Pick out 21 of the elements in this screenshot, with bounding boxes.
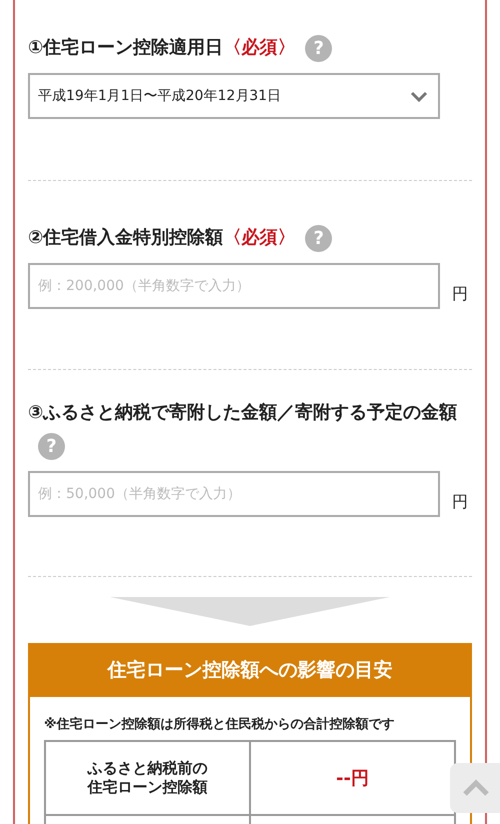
- field-label: ①住宅ローン控除適用日: [28, 37, 224, 58]
- amount-input[interactable]: 例：200,000（半角数字で入力）: [28, 263, 440, 309]
- required-label: 〈必須〉: [223, 37, 296, 58]
- amount-input[interactable]: 例：50,000（半角数字で入力）: [28, 471, 440, 517]
- date-select[interactable]: 平成19年1月1日〜平成20年12月31日: [28, 73, 440, 119]
- chevron-down-icon: [410, 90, 428, 102]
- field-label: ②住宅借入金特別控除額: [28, 227, 224, 248]
- unit-label: 円: [452, 284, 468, 305]
- table-cell: ふるさと納税前の 住宅ローン控除額: [45, 741, 250, 815]
- help-icon[interactable]: ?: [305, 34, 332, 62]
- chevron-up-icon: [462, 779, 490, 797]
- field-label: ③ふるさと納税で寄附した金額／寄附する予定の金額: [28, 402, 458, 423]
- required-label: 〈必須〉: [223, 227, 296, 248]
- select-value: 平成19年1月1日〜平成20年12月31日: [38, 87, 282, 105]
- note-text: ※住宅ローン控除額は所得税と住民税からの合計控除額です: [44, 716, 396, 733]
- help-icon[interactable]: ?: [305, 224, 332, 252]
- down-arrow-icon: [110, 597, 390, 626]
- scroll-top-button[interactable]: [450, 763, 500, 813]
- result-title: 住宅ローン控除額への影響の目安: [30, 643, 470, 697]
- unit-label: 円: [452, 492, 468, 513]
- help-icon[interactable]: ?: [38, 432, 65, 460]
